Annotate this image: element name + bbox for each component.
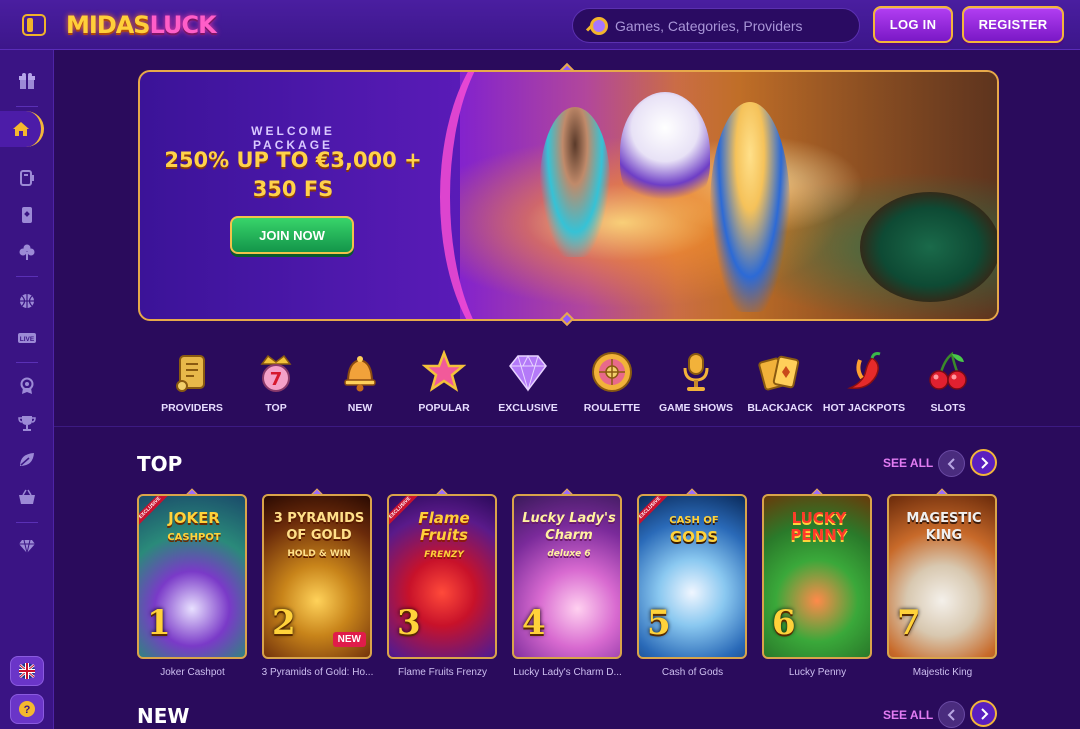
welcome-banner[interactable]: WELCOME PACKAGE 250% UP TO €3,000 + 350 … bbox=[138, 70, 999, 321]
top-header: MIDASLUCK LOG IN REGISTER bbox=[0, 0, 1080, 50]
sports-icon bbox=[20, 170, 34, 186]
register-button[interactable]: REGISTER bbox=[962, 6, 1064, 43]
chili-icon bbox=[847, 352, 881, 389]
chevron-left-icon bbox=[947, 457, 955, 470]
top-prev-button[interactable] bbox=[938, 450, 965, 477]
sidebar-item-trophy[interactable] bbox=[0, 405, 54, 441]
help-icon: ? bbox=[19, 701, 35, 717]
chevron-left-icon bbox=[947, 708, 955, 721]
sidebar-item-clover[interactable] bbox=[0, 234, 54, 270]
game-card-3-pyramids[interactable]: 3 PYRAMIDS OF GOLD HOLD & WIN 2 NEW bbox=[262, 494, 372, 659]
banner-offer-line1: 250% UP TO €3,000 + bbox=[164, 148, 422, 172]
game-name[interactable]: Lucky Penny bbox=[755, 667, 880, 678]
banner-offer-title: 250% UP TO €3,000 + 350 FS bbox=[160, 146, 426, 204]
category-providers[interactable]: PROVIDERS bbox=[150, 350, 234, 420]
star-icon bbox=[422, 350, 466, 392]
sidebar-item-home[interactable] bbox=[0, 111, 44, 147]
scroll-icon bbox=[176, 355, 205, 392]
cherry-icon bbox=[929, 351, 967, 390]
search-bar[interactable] bbox=[572, 8, 860, 43]
game-card-majestic-king[interactable]: MAGESTIC KING 7 bbox=[887, 494, 997, 659]
home-icon bbox=[12, 122, 29, 136]
category-blackjack[interactable]: BLACKJACK bbox=[738, 350, 822, 420]
clover-icon bbox=[19, 244, 35, 260]
roulette-icon bbox=[592, 352, 632, 392]
top-next-button[interactable] bbox=[970, 449, 997, 476]
sidebar-item-sports[interactable] bbox=[0, 160, 54, 196]
sidebar-item-leaf[interactable] bbox=[0, 442, 54, 478]
trophy-icon bbox=[18, 416, 36, 431]
new-prev-button[interactable] bbox=[938, 701, 965, 728]
game-name[interactable]: Joker Cashpot bbox=[130, 667, 255, 678]
search-input[interactable] bbox=[615, 17, 845, 34]
site-logo[interactable]: MIDASLUCK bbox=[66, 9, 217, 41]
new-badge: NEW bbox=[332, 632, 366, 647]
uk-flag-icon bbox=[19, 663, 35, 679]
svg-text:?: ? bbox=[24, 704, 31, 716]
microphone-icon bbox=[683, 353, 709, 391]
search-icon bbox=[587, 16, 608, 35]
help-button[interactable]: ? bbox=[10, 694, 44, 724]
game-card-lucky-ladys-charm[interactable]: Lucky Lady's Charm deluxe 6 4 bbox=[512, 494, 622, 659]
login-button[interactable]: LOG IN bbox=[873, 6, 953, 43]
sidebar: LIVE ? bbox=[0, 50, 54, 729]
category-new[interactable]: NEW bbox=[318, 350, 402, 420]
logo-text-luck: LUCK bbox=[149, 11, 217, 39]
gift-icon bbox=[19, 73, 35, 89]
svg-text:7: 7 bbox=[270, 369, 283, 390]
game-name[interactable]: 3 Pyramids of Gold: Ho... bbox=[255, 667, 380, 678]
sidebar-item-vip[interactable] bbox=[0, 528, 54, 564]
cards-icon bbox=[22, 207, 32, 223]
leaf-icon bbox=[20, 453, 34, 466]
svg-text:LIVE: LIVE bbox=[20, 336, 35, 343]
game-name[interactable]: Majestic King bbox=[880, 667, 1005, 678]
category-nav: PROVIDERS 7 TOP NEW POPULAR EXCLUSIVE RO… bbox=[150, 350, 990, 420]
category-top[interactable]: 7 TOP bbox=[234, 350, 318, 420]
sidebar-item-badge[interactable] bbox=[0, 368, 54, 404]
basket-icon bbox=[19, 489, 35, 504]
basketball-icon bbox=[20, 294, 34, 308]
join-now-button[interactable]: JOIN NOW bbox=[230, 216, 354, 254]
section-title-new: NEW bbox=[137, 704, 190, 728]
game-name[interactable]: Flame Fruits Frenzy bbox=[380, 667, 505, 678]
game-card-joker-cashpot[interactable]: EXCLUSIVE JOKER CASHPOT 1 bbox=[137, 494, 247, 659]
sidebar-item-gift[interactable] bbox=[0, 63, 54, 99]
see-all-new-link[interactable]: SEE ALL bbox=[883, 708, 933, 722]
banner-neon-arc bbox=[440, 72, 600, 319]
cards-icon bbox=[758, 355, 800, 391]
language-button[interactable] bbox=[10, 656, 44, 686]
live-icon: LIVE bbox=[18, 333, 36, 343]
game-card-cash-of-gods[interactable]: EXCLUSIVE CASH OF GODS 5 bbox=[637, 494, 747, 659]
diamond-icon bbox=[19, 539, 35, 554]
bell-icon bbox=[344, 356, 376, 392]
sidebar-item-basketball[interactable] bbox=[0, 283, 54, 319]
section-title-top: TOP bbox=[137, 452, 183, 476]
sidebar-item-cards[interactable] bbox=[0, 197, 54, 233]
game-card-lucky-penny[interactable]: LUCKY PENNY 6 bbox=[762, 494, 872, 659]
category-hot-jackpots[interactable]: HOT JACKPOTS bbox=[822, 350, 906, 420]
category-slots[interactable]: SLOTS bbox=[906, 350, 990, 420]
badge-icon bbox=[20, 377, 34, 394]
logo-text-midas: MIDAS bbox=[66, 11, 151, 39]
category-popular[interactable]: POPULAR bbox=[402, 350, 486, 420]
chevron-right-icon bbox=[980, 456, 988, 469]
category-exclusive[interactable]: EXCLUSIVE bbox=[486, 350, 570, 420]
new-next-button[interactable] bbox=[970, 700, 997, 727]
chevron-right-icon bbox=[980, 707, 988, 720]
sidebar-item-basket[interactable] bbox=[0, 479, 54, 515]
sidebar-toggle-icon[interactable] bbox=[22, 14, 46, 36]
game-card-flame-fruits[interactable]: EXCLUSIVE Flame Fruits FRENZY 3 bbox=[387, 494, 497, 659]
gem-icon bbox=[509, 354, 547, 392]
banner-offer-line2: 350 FS bbox=[252, 177, 334, 201]
crown-seven-icon: 7 bbox=[260, 354, 292, 392]
category-roulette[interactable]: ROULETTE bbox=[570, 350, 654, 420]
game-name[interactable]: Cash of Gods bbox=[630, 667, 755, 678]
category-game-shows[interactable]: GAME SHOWS bbox=[654, 350, 738, 420]
sidebar-item-live[interactable]: LIVE bbox=[0, 320, 54, 356]
category-divider bbox=[54, 426, 1080, 427]
see-all-top-link[interactable]: SEE ALL bbox=[883, 456, 933, 470]
game-name[interactable]: Lucky Lady's Charm D... bbox=[505, 667, 630, 678]
